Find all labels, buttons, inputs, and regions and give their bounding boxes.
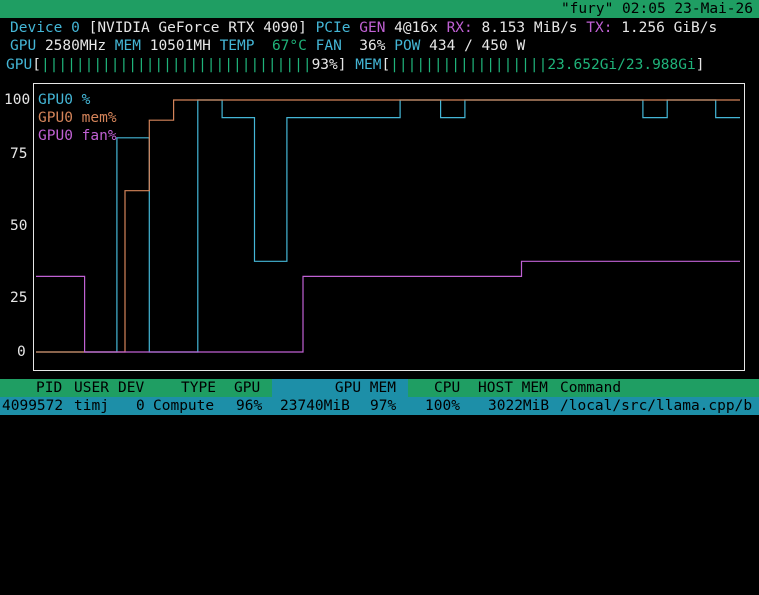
series-line-0 xyxy=(36,99,740,353)
row-gpu-mem-pct: 97% xyxy=(370,398,397,414)
rx-value: 8.153 MiB/s xyxy=(481,20,578,36)
series-line-2 xyxy=(36,260,740,353)
table-row[interactable]: 4099572 timj 0 Compute 96% 23740MiB 97% … xyxy=(0,397,759,415)
device-label: Device xyxy=(10,20,63,36)
row-gpu-mem: 23740MiB xyxy=(280,398,350,414)
col-gpu[interactable]: GPU xyxy=(234,379,260,397)
row-gpu: 96% xyxy=(236,398,263,414)
fan-value: 36% xyxy=(359,38,386,54)
col-cpu[interactable]: CPU xyxy=(434,379,460,397)
mem-clock-label: MEM xyxy=(114,38,141,54)
tmux-status-bar: [nvgguf_tm0:bash* "fury" 02:05 23-Mai-26 xyxy=(0,0,759,35)
utilization-chart xyxy=(36,99,740,353)
mem-clock-value: 10501MH xyxy=(149,38,211,54)
col-type[interactable]: TYPE xyxy=(181,379,216,397)
tx-value: 1.256 GiB/s xyxy=(621,20,718,36)
row-dev: 0 xyxy=(136,398,145,414)
pow-label: POW xyxy=(394,38,421,54)
mem-usage-value: 23.652Gi/23.988Gi xyxy=(547,57,696,73)
gpu-usage-bar-fill: ||||||||||||||||||||||||||||||| xyxy=(40,57,312,73)
usage-bars-line: GPU[|||||||||||||||||||||||||||||||93%] … xyxy=(6,57,705,73)
mem-bar-label: MEM xyxy=(355,57,382,73)
col-gpu-mem[interactable]: GPU MEM xyxy=(272,379,408,397)
tmux-host-time: "fury" 02:05 23-Mai-26 xyxy=(560,1,753,17)
col-dev[interactable]: DEV xyxy=(118,379,144,397)
temp-label: TEMP xyxy=(219,38,255,54)
gpu-clock-value: 2580MHz xyxy=(44,38,107,54)
row-type: Compute xyxy=(153,398,215,414)
process-table-header: PID USER DEV TYPE GPU GPU MEM CPU HOST M… xyxy=(0,379,759,397)
gpu-stats-line: GPU 2580MHz MEM 10501MH TEMP 67°C FAN 36… xyxy=(10,37,525,55)
mem-usage-bar-fill: |||||||||||||||||| xyxy=(390,57,548,73)
gpu-bar-label: GPU xyxy=(6,57,33,73)
row-user: timj xyxy=(74,398,109,414)
fan-label: FAN xyxy=(315,38,342,54)
row-pid: 4099572 xyxy=(2,398,64,414)
legend-gpu0-mem: GPU0 mem% xyxy=(38,110,117,126)
col-user[interactable]: USER xyxy=(74,379,109,397)
gpu-clock-label: GPU xyxy=(10,38,37,54)
legend-gpu0-fan: GPU0 fan% xyxy=(38,128,117,144)
gen-label: GEN xyxy=(359,20,386,36)
y-tick-100: 100 xyxy=(4,92,31,108)
row-command: /local/src/llama.cpp/b xyxy=(560,398,753,414)
legend-gpu0-util: GPU0 % xyxy=(38,92,91,108)
tx-label: TX: xyxy=(586,20,613,36)
pow-value: 434 / 450 W xyxy=(429,38,526,54)
row-host-mem: 3022MiB xyxy=(488,398,550,414)
gen-value: 4@16x xyxy=(394,20,438,36)
col-host-mem[interactable]: HOST MEM xyxy=(478,379,548,397)
col-pid[interactable]: PID xyxy=(36,379,62,397)
device-info-line: Device 0 [NVIDIA GeForce RTX 4090] PCIe … xyxy=(10,19,717,37)
row-cpu: 100% xyxy=(425,398,460,414)
gpu-usage-percent: 93% xyxy=(311,57,338,73)
device-index: 0 xyxy=(71,20,80,36)
device-name: [NVIDIA GeForce RTX 4090] xyxy=(88,20,307,36)
rx-label: RX: xyxy=(446,20,473,36)
col-command[interactable]: Command xyxy=(560,379,621,397)
pcie-label: PCIe xyxy=(315,20,351,36)
temp-value: 67°C xyxy=(271,38,307,54)
